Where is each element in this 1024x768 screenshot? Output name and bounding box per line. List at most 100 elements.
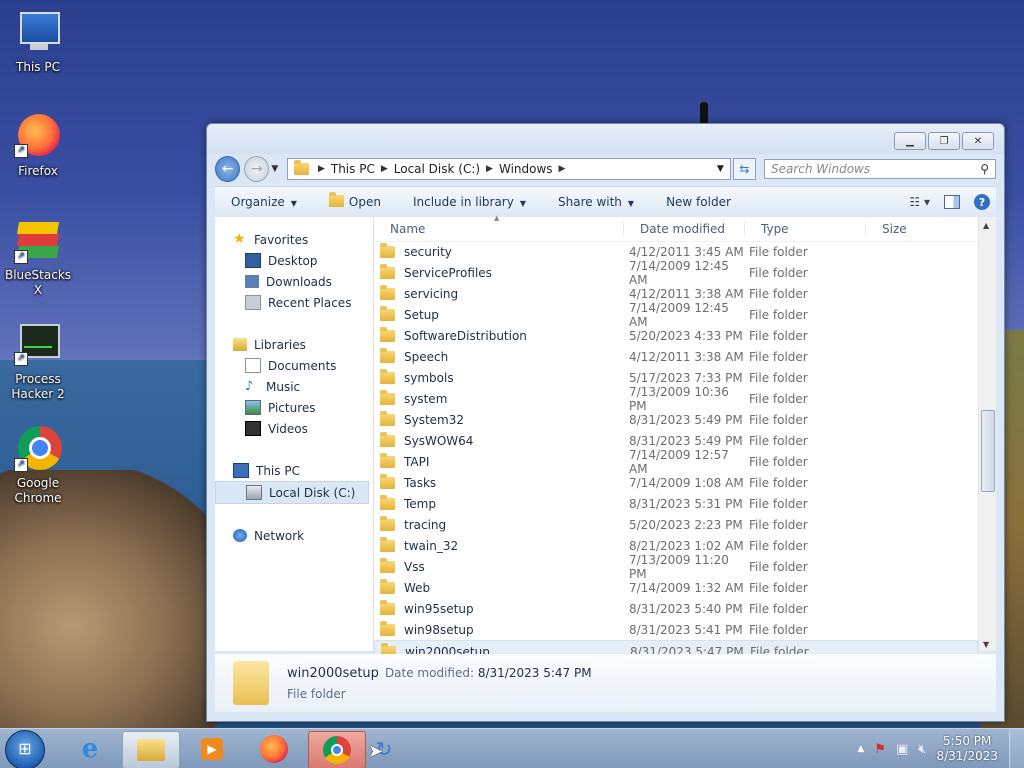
file-row[interactable]: Setup 7/14/2009 12:45 AM File folder [374, 301, 978, 329]
file-name: Temp [404, 496, 436, 511]
column-size-header[interactable]: Size [865, 222, 942, 236]
refresh-button[interactable]: ⇆ [732, 158, 756, 180]
file-row[interactable]: Speech 4/12/2011 3:38 AM File folder [374, 346, 978, 367]
address-bar[interactable]: ▶ This PC ▶ Local Disk (C:) ▶ Windows ▶ … [286, 158, 731, 180]
nav-local-disk[interactable]: Local Disk (C:) [215, 481, 369, 504]
breadcrumb-windows[interactable]: Windows [499, 162, 553, 176]
nav-downloads[interactable]: Downloads [215, 271, 373, 292]
file-row[interactable]: ServiceProfiles 7/14/2009 12:45 AM File fo… [374, 259, 978, 287]
sort-up-icon: ▲ [494, 214, 500, 222]
file-row[interactable]: win98setup 8/31/2023 5:41 PM File folder [374, 619, 978, 640]
column-name-header[interactable]: Name ▲ [374, 214, 623, 236]
help-icon[interactable]: ? [974, 194, 990, 210]
details-type: File folder [287, 686, 346, 701]
search-icon[interactable]: ⚲ [980, 162, 989, 176]
file-name-cell: win98setup [374, 620, 629, 637]
volume-muted-icon[interactable]: 🔇︎ [918, 742, 926, 757]
folder-icon [380, 305, 395, 321]
start-button[interactable]: ⊞ [5, 730, 45, 768]
column-date-header[interactable]: Date modified [623, 222, 744, 236]
breadcrumb-arrow-icon[interactable]: ▶ [486, 164, 493, 174]
close-button[interactable]: ✕ [962, 132, 994, 150]
scrollbar-thumb[interactable] [981, 410, 995, 492]
breadcrumb-local-disk[interactable]: Local Disk (C:) [394, 162, 480, 176]
view-options-icon[interactable]: ☷ ▾ [909, 195, 930, 209]
file-row[interactable]: win95setup 8/31/2023 5:40 PM File folder [374, 598, 978, 619]
open-button[interactable]: Open [313, 192, 397, 209]
back-button[interactable]: ← [215, 156, 241, 182]
recent-pages-button[interactable]: ▼ [271, 164, 281, 174]
new-folder-button[interactable]: New folder [650, 195, 747, 209]
nav-libraries[interactable]: Libraries [215, 334, 373, 355]
vertical-scrollbar[interactable]: ▲ ▼ [978, 217, 996, 651]
desktop-icon [245, 253, 261, 268]
file-row[interactable]: Tasks 7/14/2009 1:08 AM File folder [374, 472, 978, 493]
chevron-down-icon: ▼ [290, 199, 297, 208]
scroll-up-icon[interactable]: ▲ [983, 221, 989, 230]
file-type: File folder [749, 244, 808, 259]
file-row[interactable]: Temp 8/31/2023 5:31 PM File folder [374, 493, 978, 514]
file-name: twain_32 [404, 538, 459, 553]
taskbar-google-chrome[interactable] [308, 731, 366, 768]
breadcrumb-arrow-icon[interactable]: ▶ [381, 164, 388, 174]
file-row[interactable]: System32 8/31/2023 5:49 PM File folder [374, 409, 978, 430]
videos-icon [245, 421, 261, 436]
desktop-icon-bluestacks[interactable]: ↗ BlueStacks X [2, 216, 74, 298]
search-input[interactable]: Search Windows [771, 162, 870, 176]
taskbar-internet-explorer[interactable]: e [62, 731, 118, 767]
organize-button[interactable]: Organize ▼ [215, 195, 313, 209]
search-box[interactable]: Search Windows ⚲ [763, 159, 996, 179]
desktop-icon-firefox[interactable]: ↗ Firefox [2, 112, 74, 179]
action-center-flag-icon[interactable]: ⚑ [874, 742, 886, 757]
network-status-icon[interactable]: ▣ [896, 742, 908, 757]
nav-desktop[interactable]: Desktop [215, 250, 373, 271]
breadcrumb-arrow-icon[interactable]: ▶ [318, 164, 325, 174]
clock-time: 5:50 PM [943, 734, 992, 748]
file-row[interactable]: Vss 7/13/2009 11:20 PM File folder [374, 553, 978, 581]
breadcrumb-arrow-icon[interactable]: ▶ [559, 164, 566, 174]
nav-this-pc[interactable]: This PC [215, 460, 373, 481]
nav-favorites[interactable]: ★ Favorites [215, 229, 373, 250]
preview-pane-icon[interactable] [944, 195, 960, 209]
restore-icon: ❐ [939, 135, 949, 147]
minimize-button[interactable]: ▁ [894, 132, 926, 150]
file-date: 8/31/2023 5:41 PM [629, 622, 743, 637]
taskbar-firefox[interactable] [246, 731, 302, 767]
file-row[interactable]: system 7/13/2009 10:36 PM File folder [374, 385, 978, 413]
title-bar[interactable]: ▁ ❐ ✕ [207, 124, 1004, 154]
file-name: Web [404, 580, 431, 595]
restore-button[interactable]: ❐ [928, 132, 960, 150]
desktop-icon-this-pc[interactable]: This PC [2, 8, 74, 75]
file-row[interactable]: SoftwareDistribution 5/20/2023 4:33 PM Fil… [374, 325, 978, 346]
taskbar-media-player[interactable]: ▶ [184, 731, 240, 767]
share-with-button[interactable]: Share with ▼ [542, 195, 650, 209]
clock[interactable]: 5:50 PM 8/31/2023 [936, 734, 998, 764]
file-row[interactable]: tracing 5/20/2023 2:23 PM File folder [374, 514, 978, 535]
nav-pictures[interactable]: Pictures [215, 397, 373, 418]
show-desktop-button[interactable] [1009, 729, 1024, 768]
scroll-down-icon[interactable]: ▼ [983, 640, 989, 649]
address-dropdown-icon[interactable]: ▼ [717, 164, 724, 174]
file-name-cell: TAPI [374, 452, 629, 469]
file-row[interactable]: TAPI 7/14/2009 12:57 AM File folder [374, 448, 978, 476]
folder-icon [380, 494, 395, 510]
nav-recent-places[interactable]: Recent Places [215, 292, 373, 313]
nav-documents[interactable]: Documents [215, 355, 373, 376]
include-in-library-button[interactable]: Include in library ▼ [397, 195, 542, 209]
nav-videos[interactable]: Videos [215, 418, 373, 439]
taskbar-file-explorer[interactable] [122, 731, 180, 768]
file-row[interactable]: Web 7/14/2009 1:32 AM File folder [374, 577, 978, 598]
show-hidden-icons-button[interactable]: ▲ [857, 744, 864, 754]
nav-music[interactable]: ♪ Music [215, 376, 373, 397]
file-explorer-icon [137, 739, 165, 761]
column-type-header[interactable]: Type [744, 222, 865, 236]
folder-icon [380, 242, 395, 258]
nav-network[interactable]: Network [215, 525, 373, 546]
desktop-icon-process-hacker[interactable]: ↗ Process Hacker 2 [2, 320, 74, 402]
computer-icon [14, 8, 62, 56]
desktop-icon-google-chrome[interactable]: ↗ Google Chrome [2, 424, 74, 506]
file-name-cell: twain_32 [374, 536, 629, 553]
forward-button[interactable]: → [244, 156, 270, 182]
folder-icon [233, 661, 269, 705]
breadcrumb-this-pc[interactable]: This PC [331, 162, 375, 176]
